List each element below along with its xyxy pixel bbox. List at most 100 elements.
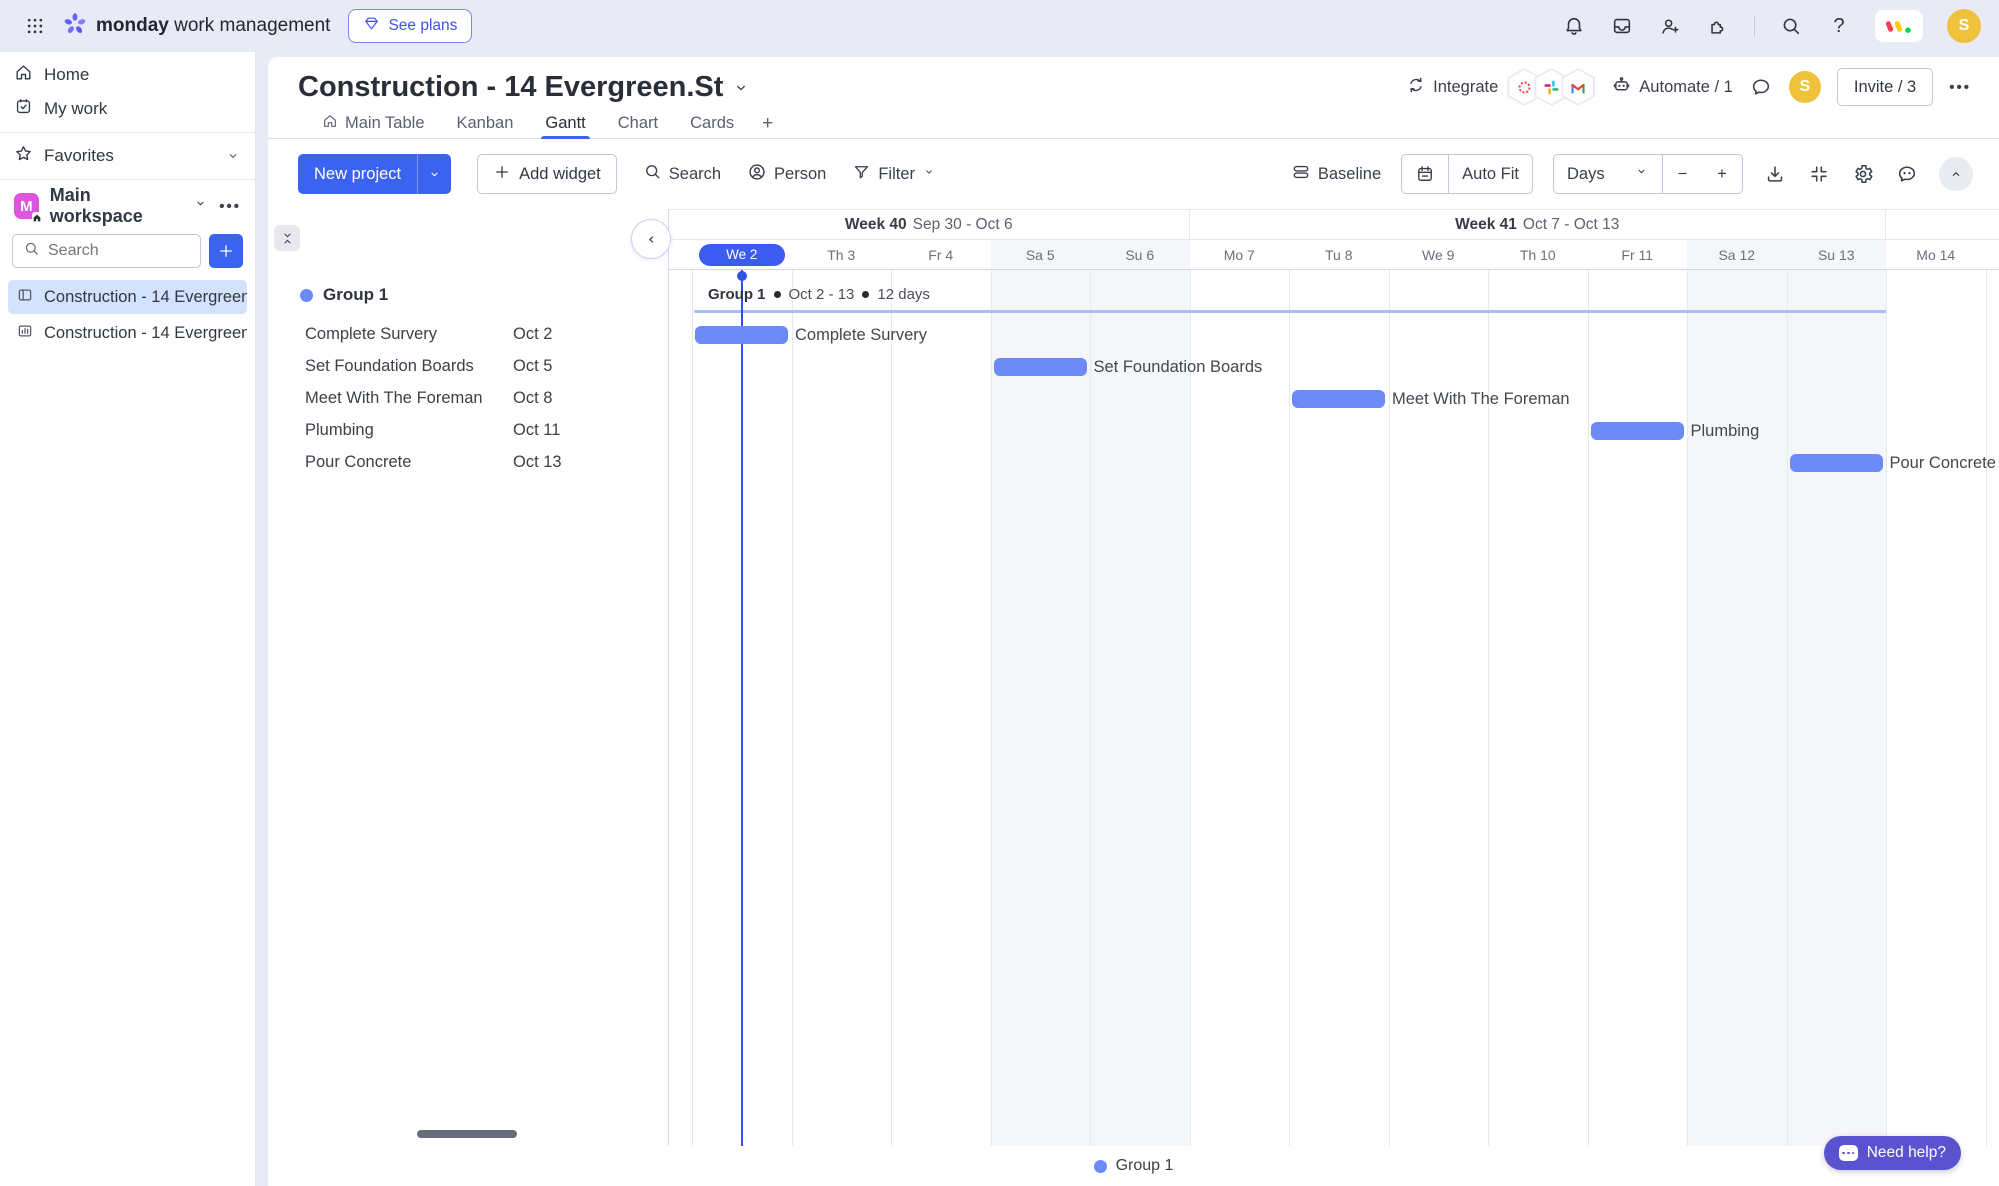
- gantt-bar[interactable]: [994, 358, 1087, 376]
- chevron-down-icon: [922, 165, 936, 184]
- sidebar-search-input[interactable]: [48, 242, 190, 260]
- board-discussion-icon[interactable]: [1749, 75, 1773, 99]
- gantt-bar-label: Plumbing: [1691, 422, 1760, 440]
- collapse-all-icon[interactable]: [274, 225, 300, 251]
- apps-marketplace-icon[interactable]: [1706, 14, 1730, 38]
- gantt-bar-label: Pour Concrete: [1890, 454, 1996, 472]
- need-help-button[interactable]: Need help?: [1824, 1136, 1961, 1170]
- home-icon: [322, 113, 338, 134]
- board-options-icon[interactable]: •••: [1949, 79, 1971, 96]
- sidebar-search-box[interactable]: [12, 234, 201, 268]
- day-header: Fr 11: [1588, 240, 1688, 269]
- sidebar-search-row: [0, 226, 255, 278]
- gantt-bar[interactable]: [695, 326, 788, 344]
- sidebar-board-item[interactable]: Construction - 14 Evergreen....: [8, 280, 247, 314]
- separator-dot: [862, 291, 869, 298]
- gantt-bar[interactable]: [1292, 390, 1385, 408]
- legend-group-label: Group 1: [1116, 1157, 1174, 1175]
- settings-gear-icon[interactable]: [1851, 162, 1875, 186]
- group-summary[interactable]: Group 1 Oct 2 - 13 12 days: [708, 283, 930, 305]
- search-icon[interactable]: [1779, 14, 1803, 38]
- group-timeline-bar[interactable]: [694, 310, 1886, 313]
- add-widget-button[interactable]: Add widget: [477, 154, 617, 194]
- automate-button[interactable]: Automate / 1: [1611, 74, 1733, 100]
- tab-gantt[interactable]: Gantt: [531, 109, 599, 138]
- day-header: Mo 14: [1886, 240, 1986, 269]
- day-header: Mo 7: [1190, 240, 1290, 269]
- collapse-toolbar-icon[interactable]: [1939, 157, 1973, 191]
- invite-members-icon[interactable]: [1658, 14, 1682, 38]
- horizontal-scrollbar[interactable]: [417, 1130, 517, 1138]
- sidebar-divider: [0, 179, 255, 180]
- task-row[interactable]: Complete Survery Oct 2: [268, 318, 668, 350]
- dashboard-chart-icon: [16, 322, 34, 345]
- inbox-icon[interactable]: [1610, 14, 1634, 38]
- help-icon[interactable]: ?: [1827, 14, 1851, 38]
- favorites-chevron-icon[interactable]: [225, 148, 241, 164]
- export-download-icon[interactable]: [1763, 162, 1787, 186]
- integration-badge-gmail-icon[interactable]: [1561, 68, 1595, 106]
- tab-chart[interactable]: Chart: [604, 109, 672, 138]
- tab-cards[interactable]: Cards: [676, 109, 748, 138]
- tab-main-table[interactable]: Main Table: [308, 109, 439, 138]
- filter-button[interactable]: Filter: [852, 162, 936, 186]
- jump-to-date-icon[interactable]: [1402, 155, 1448, 193]
- board-title[interactable]: Construction - 14 Evergreen.St: [298, 69, 751, 106]
- add-view-button[interactable]: +: [752, 109, 783, 138]
- collapse-panel-chevron-left-icon[interactable]: [631, 219, 671, 259]
- task-row[interactable]: Meet With The Foreman Oct 8: [268, 382, 668, 414]
- gantt-timeline: Week 40Sep 30 - Oct 6 Week 41Oct 7 - Oct…: [669, 209, 1999, 1146]
- sidebar-item-favorites[interactable]: Favorites: [0, 139, 255, 173]
- auto-fit-button[interactable]: Auto Fit: [1448, 155, 1532, 193]
- integrate-button[interactable]: Integrate: [1406, 75, 1498, 100]
- gantt-bar-label: Meet With The Foreman: [1392, 390, 1570, 408]
- workspace-avatar: M: [14, 193, 39, 219]
- person-filter-button[interactable]: Person: [747, 162, 826, 187]
- zoom-in-button[interactable]: +: [1702, 155, 1742, 193]
- baseline-button[interactable]: Baseline: [1291, 162, 1381, 187]
- workspace-switcher[interactable]: M Main workspace •••: [0, 186, 255, 226]
- search-button[interactable]: Search: [643, 162, 721, 186]
- task-date: Oct 5: [513, 357, 552, 376]
- sidebar-dashboard-item[interactable]: Construction - 14 Evergreen....: [8, 316, 247, 350]
- robot-icon: [1611, 74, 1632, 100]
- tab-kanban[interactable]: Kanban: [443, 109, 528, 138]
- invite-button[interactable]: Invite / 3: [1837, 68, 1933, 106]
- sidebar-item-my-work[interactable]: My work: [0, 92, 255, 126]
- sidebar-item-home[interactable]: Home: [0, 58, 255, 92]
- apps-grid-icon[interactable]: [18, 9, 52, 43]
- day-header: Sa 12: [1687, 240, 1787, 269]
- new-project-button[interactable]: New project: [298, 154, 417, 194]
- see-plans-button[interactable]: See plans: [348, 9, 472, 43]
- notifications-bell-icon[interactable]: [1562, 14, 1586, 38]
- search-icon: [23, 240, 40, 262]
- brand[interactable]: monday work management: [62, 11, 330, 42]
- today-marker[interactable]: We 2: [699, 244, 785, 266]
- funnel-icon: [852, 162, 871, 186]
- gantt-bar[interactable]: [1790, 454, 1883, 472]
- gantt-grid: Group 1 Oct 2 - 13 12 days Complete Surv…: [669, 270, 1999, 1146]
- week-header: Week 40Sep 30 - Oct 6: [669, 210, 1190, 239]
- add-board-button[interactable]: [209, 234, 243, 268]
- zoom-out-button[interactable]: −: [1662, 155, 1702, 193]
- board-owner-avatar[interactable]: S: [1789, 71, 1821, 103]
- grid-column-weekend: [991, 270, 1091, 1146]
- zoom-unit-select[interactable]: Days: [1554, 155, 1662, 193]
- task-row[interactable]: Plumbing Oct 11: [268, 414, 668, 446]
- workspace-options-icon[interactable]: •••: [219, 198, 241, 215]
- gantt-bar-label: Set Foundation Boards: [1094, 358, 1263, 376]
- task-row[interactable]: Pour Concrete Oct 13: [268, 446, 668, 478]
- gantt-bar[interactable]: [1591, 422, 1684, 440]
- sidebar: Home My work Favorites M Main workspace …: [0, 52, 256, 1186]
- user-avatar[interactable]: S: [1947, 9, 1981, 43]
- task-row[interactable]: Set Foundation Boards Oct 5: [268, 350, 668, 382]
- task-name: Pour Concrete: [305, 453, 411, 472]
- product-switcher-badge[interactable]: [1875, 10, 1923, 42]
- day-header-today: We 2: [692, 240, 792, 269]
- day-header: Th 3: [792, 240, 892, 269]
- feedback-icon[interactable]: [1895, 162, 1919, 186]
- fullscreen-icon[interactable]: [1807, 162, 1831, 186]
- group-header-row[interactable]: Group 1: [268, 281, 668, 309]
- new-project-dropdown-icon[interactable]: [417, 154, 451, 194]
- grid-column-weekend: [1090, 270, 1190, 1146]
